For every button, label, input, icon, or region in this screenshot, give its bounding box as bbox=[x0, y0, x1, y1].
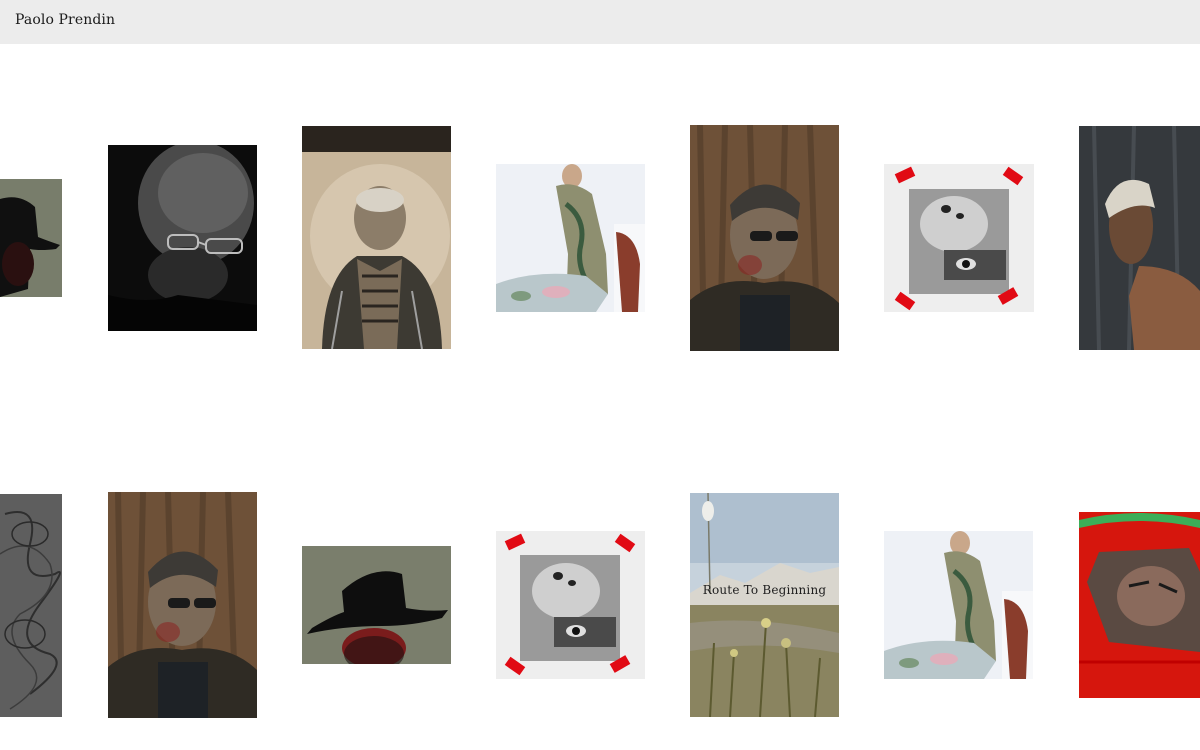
man-glasses-image bbox=[108, 145, 257, 331]
scribble-texture-image bbox=[0, 494, 62, 717]
gallery-thumbnail-tattooed-figure[interactable] bbox=[496, 164, 645, 312]
gallery-thumbnail-man-sunglasses-curtain[interactable] bbox=[690, 125, 839, 351]
man-sunglasses-curtain-image bbox=[690, 125, 839, 351]
site-title-link[interactable]: Paolo Prendin bbox=[15, 12, 115, 28]
hat-portrait-image bbox=[0, 179, 62, 297]
gallery-thumbnail-route-to-beginning[interactable]: Route To Beginning bbox=[690, 493, 839, 717]
man-bandana-image bbox=[1079, 126, 1200, 350]
old-man-vest-image bbox=[302, 126, 451, 349]
gallery-thumbnail-man-glasses-dark[interactable] bbox=[108, 145, 257, 331]
taped-collage-image bbox=[884, 164, 1034, 312]
gallery-thumbnail-collage-taped-portrait-2[interactable] bbox=[496, 531, 645, 679]
gallery-thumbnail-red-crate-portrait[interactable] bbox=[1079, 512, 1200, 698]
tattooed-figure-image-2 bbox=[884, 531, 1033, 679]
gallery-thumbnail-man-bandana[interactable] bbox=[1079, 126, 1200, 350]
gallery-thumbnail-scribble-texture[interactable] bbox=[0, 494, 62, 717]
gallery-thumbnail-old-man-vest[interactable] bbox=[302, 126, 451, 349]
tattooed-figure-image bbox=[496, 164, 645, 312]
gallery-thumbnail-tattooed-figure-2[interactable] bbox=[884, 531, 1033, 679]
landscape-image bbox=[690, 493, 839, 717]
gallery-thumbnail-collage-taped-portrait[interactable] bbox=[884, 164, 1034, 312]
taped-collage-image-2 bbox=[496, 531, 645, 679]
gallery-thumbnail-man-sunglasses-curtain-2[interactable] bbox=[108, 492, 257, 718]
man-sunglasses-curtain-image-2 bbox=[108, 492, 257, 718]
hat-portrait-image-2 bbox=[302, 546, 451, 664]
gallery-thumbnail-hat-portrait[interactable] bbox=[302, 546, 451, 664]
top-bar: Paolo Prendin bbox=[0, 0, 1200, 44]
red-crate-image bbox=[1079, 512, 1200, 698]
route-to-beginning-caption: Route To Beginning bbox=[702, 583, 827, 597]
gallery-thumbnail-hat-portrait-cropped[interactable] bbox=[0, 179, 62, 297]
